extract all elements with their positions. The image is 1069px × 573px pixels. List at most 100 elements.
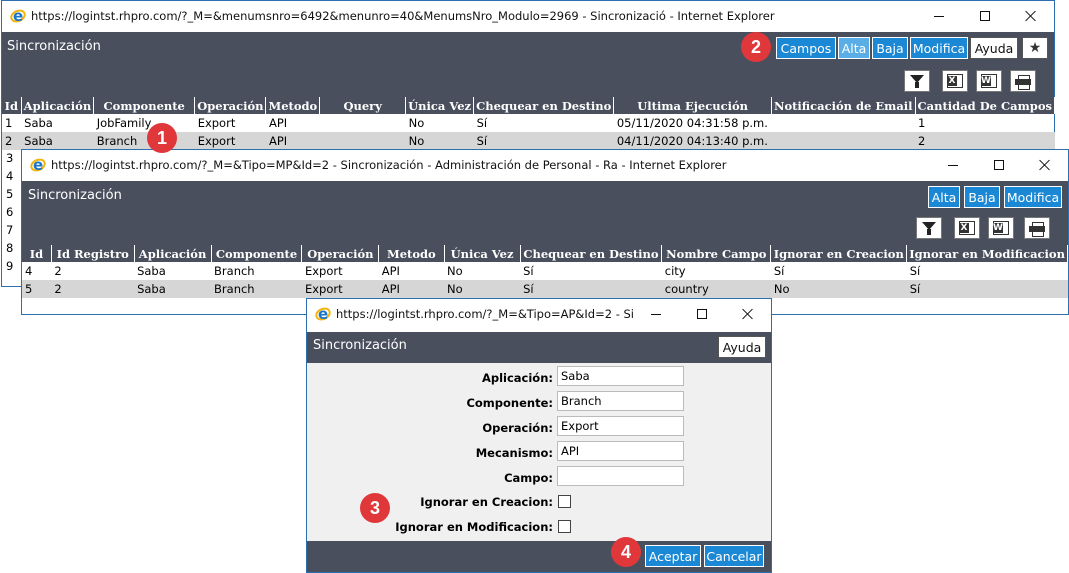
export-word-button[interactable]: W	[988, 217, 1014, 239]
print-button[interactable]	[1024, 217, 1050, 239]
column-header[interactable]: Id	[22, 245, 52, 262]
title-bar: e https://logintst.rhpro.com/?_M=&Tipo=A…	[307, 299, 771, 329]
campo-field[interactable]	[557, 466, 684, 486]
campos-table: Id Id Registro Aplicación Componente Operaci…	[22, 245, 1068, 298]
table-cell: Export	[197, 116, 236, 130]
column-header[interactable]: Metodo	[378, 245, 445, 262]
favorite-button[interactable]: ★	[1022, 37, 1048, 59]
minimize-button[interactable]	[633, 299, 679, 329]
alta-campo-dialog: e https://logintst.rhpro.com/?_M=&Tipo=A…	[306, 298, 772, 573]
table-row[interactable]: 5 2 Saba Branch Export API No Sí country No Sí	[22, 280, 1068, 298]
table-cell: Export	[301, 280, 379, 298]
close-icon	[742, 308, 754, 320]
page-title: Sincronización	[313, 338, 407, 353]
ignorar-creacion-checkbox[interactable]	[558, 495, 571, 508]
column-header[interactable]: Aplicación	[21, 97, 95, 114]
internet-explorer-icon: e	[313, 305, 333, 323]
print-button[interactable]	[1010, 70, 1036, 92]
column-header[interactable]: Aplicación	[134, 245, 212, 262]
maximize-icon	[994, 160, 1004, 170]
minimize-button[interactable]	[930, 150, 976, 180]
table-cell: city	[664, 264, 686, 278]
aplicacion-field[interactable]: Saba	[557, 366, 684, 386]
operacion-label: Operación:	[482, 421, 553, 435]
close-icon	[1025, 10, 1037, 22]
filter-icon	[910, 75, 924, 88]
maximize-icon	[980, 11, 990, 21]
column-header[interactable]: Chequear en Destino	[520, 245, 663, 262]
column-header[interactable]: Ultima Ejecución	[613, 97, 772, 114]
aceptar-button[interactable]: Aceptar	[645, 545, 701, 567]
table-cell: Sí	[476, 116, 488, 130]
minimize-button[interactable]	[916, 1, 962, 31]
filter-button[interactable]	[916, 217, 942, 239]
printer-icon	[1029, 221, 1045, 237]
window-title: https://logintst.rhpro.com/?_M=&Tipo=AP&…	[336, 307, 633, 321]
table-cell: 2	[54, 264, 62, 278]
ayuda-button[interactable]: Ayuda	[718, 336, 766, 358]
filter-button[interactable]	[904, 70, 930, 92]
column-header[interactable]: Operación	[301, 245, 380, 262]
table-cell: Saba	[134, 280, 212, 298]
modifica-button[interactable]: Modifica	[910, 37, 968, 59]
cancelar-button[interactable]: Cancelar	[704, 545, 764, 567]
column-header[interactable]: Id	[2, 97, 22, 114]
excel-icon: X	[959, 221, 975, 235]
minimize-icon	[651, 313, 661, 315]
export-word-button[interactable]: W	[976, 70, 1002, 92]
alta-button[interactable]: Alta	[928, 186, 960, 208]
export-excel-button[interactable]: X	[954, 217, 980, 239]
column-header[interactable]: Única Vez	[444, 245, 521, 262]
close-button[interactable]	[1022, 150, 1068, 180]
column-header[interactable]: Notificación de Email	[771, 97, 916, 114]
table-cell: Export	[194, 132, 266, 150]
row-id: 9	[6, 259, 14, 273]
title-bar: e https://logintst.rhpro.com/?_M=&Tipo=M…	[22, 150, 1068, 180]
maximize-button[interactable]	[976, 150, 1022, 180]
table-cell: Sí	[473, 132, 614, 150]
column-header[interactable]: Ignorar en Modificacion	[906, 245, 1068, 262]
baja-button[interactable]: Baja	[964, 186, 1000, 208]
table-cell: 4	[25, 264, 33, 278]
column-header[interactable]: Componente	[93, 97, 196, 114]
column-header[interactable]: Operación	[194, 97, 267, 114]
column-header[interactable]: Ignorar en Creacion	[770, 245, 908, 262]
table-cell: 1	[918, 116, 926, 130]
table-cell: Branch	[214, 264, 255, 278]
ayuda-button[interactable]: Ayuda	[970, 37, 1018, 59]
dialog-footer: Aceptar Cancelar	[307, 541, 771, 572]
ignorar-modificacion-checkbox[interactable]	[558, 520, 571, 533]
componente-field[interactable]: Branch	[557, 391, 684, 411]
maximize-button[interactable]	[679, 299, 725, 329]
table-cell: 04/11/2020 04:13:40 p.m.	[613, 132, 772, 150]
column-header[interactable]: Id Registro	[51, 245, 135, 262]
table-cell: No	[444, 280, 521, 298]
column-header[interactable]: Componente	[211, 245, 303, 262]
column-header[interactable]: Nombre Campo	[661, 245, 772, 262]
star-icon: ★	[1028, 40, 1042, 56]
mecanismo-label: Mecanismo:	[475, 446, 553, 460]
table-cell: Sí	[773, 264, 785, 278]
step-marker-2: 2	[741, 32, 771, 62]
row-id: 4	[6, 169, 14, 183]
mecanismo-field[interactable]: API	[557, 441, 684, 461]
export-excel-button[interactable]: X	[942, 70, 968, 92]
printer-icon	[1015, 74, 1031, 90]
column-header[interactable]: Query	[319, 97, 407, 114]
maximize-button[interactable]	[962, 1, 1008, 31]
page-header: Sincronización Campos Alta Baja Modifica…	[2, 32, 1054, 97]
column-header[interactable]: Única Vez	[405, 97, 475, 114]
close-button[interactable]	[725, 299, 771, 329]
row-id: 6	[6, 205, 14, 219]
baja-button[interactable]: Baja	[872, 37, 908, 59]
operacion-field[interactable]: Export	[557, 416, 684, 436]
word-icon: W	[981, 74, 997, 88]
column-header[interactable]: Chequear en Destino	[473, 97, 615, 114]
table-row[interactable]: 4 2 Saba Branch Export API No Sí city Sí Sí	[22, 262, 1068, 280]
close-button[interactable]	[1008, 1, 1054, 31]
column-header[interactable]: Metodo	[265, 97, 321, 114]
modifica-button[interactable]: Modifica	[1004, 186, 1062, 208]
campos-button[interactable]: Campos	[776, 37, 836, 59]
column-header[interactable]: Cantidad De Campos	[915, 97, 1056, 114]
alta-button[interactable]: Alta	[838, 37, 870, 59]
